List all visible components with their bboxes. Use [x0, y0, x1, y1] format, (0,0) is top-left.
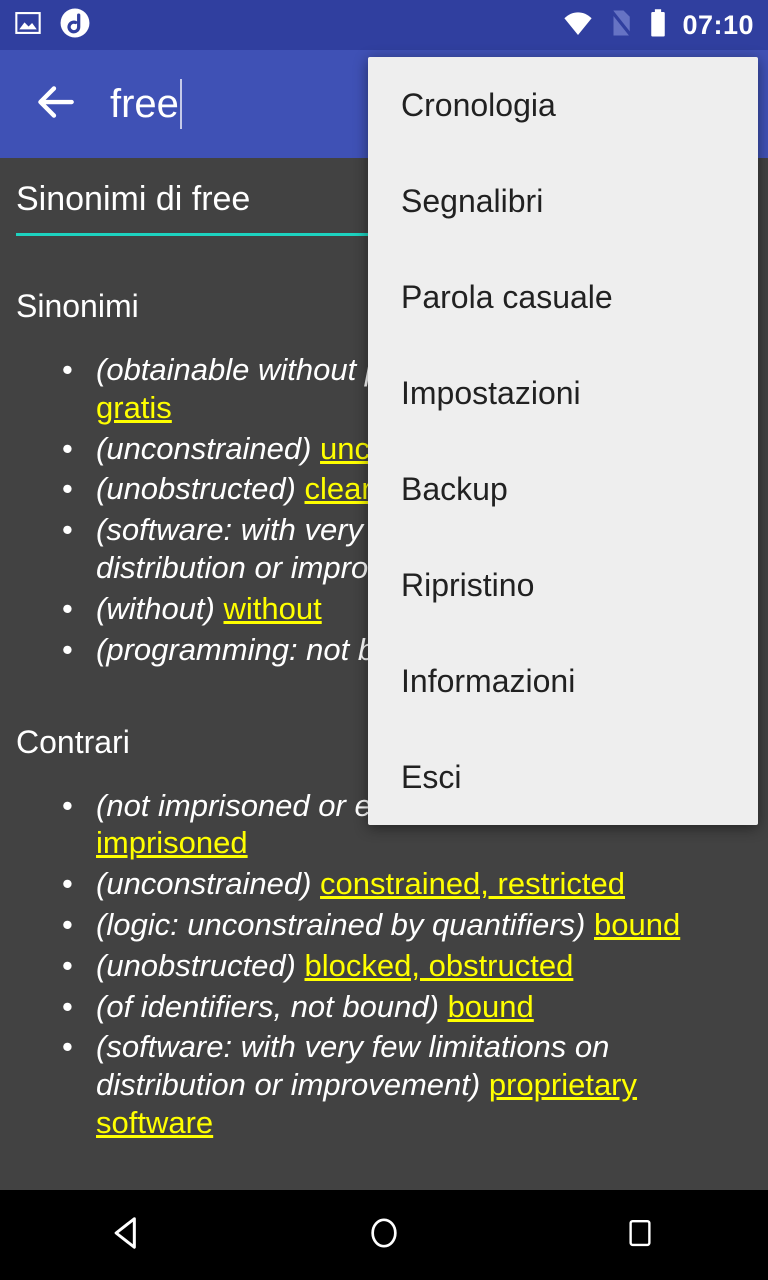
- nav-back-button[interactable]: [68, 1190, 188, 1280]
- nav-back-triangle-icon: [109, 1214, 147, 1257]
- list-item: (logic: unconstrained by quantifiers) bo…: [0, 906, 752, 944]
- menu-item-label: Segnalibri: [401, 182, 544, 219]
- back-arrow-icon: [30, 77, 80, 132]
- no-sim-icon: [608, 8, 634, 43]
- status-bar-right-icons: 07:10: [562, 7, 754, 44]
- menu-item-cronologia[interactable]: Cronologia: [368, 57, 758, 153]
- image-icon: [14, 9, 42, 42]
- synonym-links[interactable]: clear: [305, 471, 372, 506]
- menu-item-backup[interactable]: Backup: [368, 441, 758, 537]
- wifi-icon: [562, 7, 594, 44]
- phone-screen: 07:10 free Sinonimi di free Sinonimi (ob…: [0, 0, 768, 1280]
- menu-item-esci[interactable]: Esci: [368, 729, 758, 825]
- antonym-links[interactable]: blocked, obstructed: [305, 948, 574, 983]
- sense-gloss: (unconstrained): [96, 430, 312, 466]
- text-caret: [179, 79, 182, 129]
- list-item: (of identifiers, not bound) bound: [0, 988, 752, 1026]
- status-bar-clock: 07:10: [682, 9, 754, 40]
- menu-item-label: Parola casuale: [401, 278, 613, 315]
- status-bar: 07:10: [0, 0, 768, 50]
- list-item: (unconstrained) constrained, restricted: [0, 865, 752, 903]
- sense-gloss: (without): [96, 590, 215, 626]
- list-item: (software: with very few limitations on …: [0, 1028, 752, 1141]
- nav-home-button[interactable]: [324, 1190, 444, 1280]
- nav-recents-square-icon: [625, 1218, 655, 1253]
- menu-item-label: Esci: [401, 758, 462, 795]
- menu-item-ripristino[interactable]: Ripristino: [368, 537, 758, 633]
- menu-item-label: Impostazioni: [401, 374, 581, 411]
- menu-item-label: Backup: [401, 470, 508, 507]
- sense-gloss: (unconstrained): [96, 866, 312, 902]
- menu-item-parola-casuale[interactable]: Parola casuale: [368, 249, 758, 345]
- nav-home-circle-icon: [367, 1216, 401, 1255]
- app-circle-a-icon: [58, 6, 92, 45]
- menu-item-label: Ripristino: [401, 566, 535, 603]
- menu-item-segnalibri[interactable]: Segnalibri: [368, 153, 758, 249]
- sense-gloss: (of identifiers, not bound): [96, 988, 439, 1024]
- nav-recents-button[interactable]: [580, 1190, 700, 1280]
- antonyms-list: (not imprisoned or enslaved) bound, ensl…: [0, 787, 768, 1142]
- antonym-links[interactable]: constrained, restricted: [320, 866, 625, 901]
- battery-icon: [648, 8, 668, 43]
- android-nav-bar: [0, 1190, 768, 1280]
- menu-item-label: Cronologia: [401, 86, 556, 123]
- sense-gloss: (logic: unconstrained by quantifiers): [96, 906, 586, 942]
- status-bar-left-icons: [14, 6, 92, 45]
- sense-gloss: (unobstructed): [96, 947, 296, 983]
- menu-item-label: Informazioni: [401, 662, 576, 699]
- menu-item-impostazioni[interactable]: Impostazioni: [368, 345, 758, 441]
- antonym-links[interactable]: bound: [448, 989, 534, 1024]
- antonym-links[interactable]: bound: [594, 907, 680, 942]
- back-button[interactable]: [0, 50, 110, 158]
- menu-item-informazioni[interactable]: Informazioni: [368, 633, 758, 729]
- overflow-menu[interactable]: Cronologia Segnalibri Parola casuale Imp…: [368, 57, 758, 825]
- sense-gloss: (unobstructed): [96, 471, 296, 507]
- search-input-value: free: [110, 82, 179, 126]
- synonym-links[interactable]: without: [224, 591, 322, 626]
- list-item: (unobstructed) blocked, obstructed: [0, 947, 752, 985]
